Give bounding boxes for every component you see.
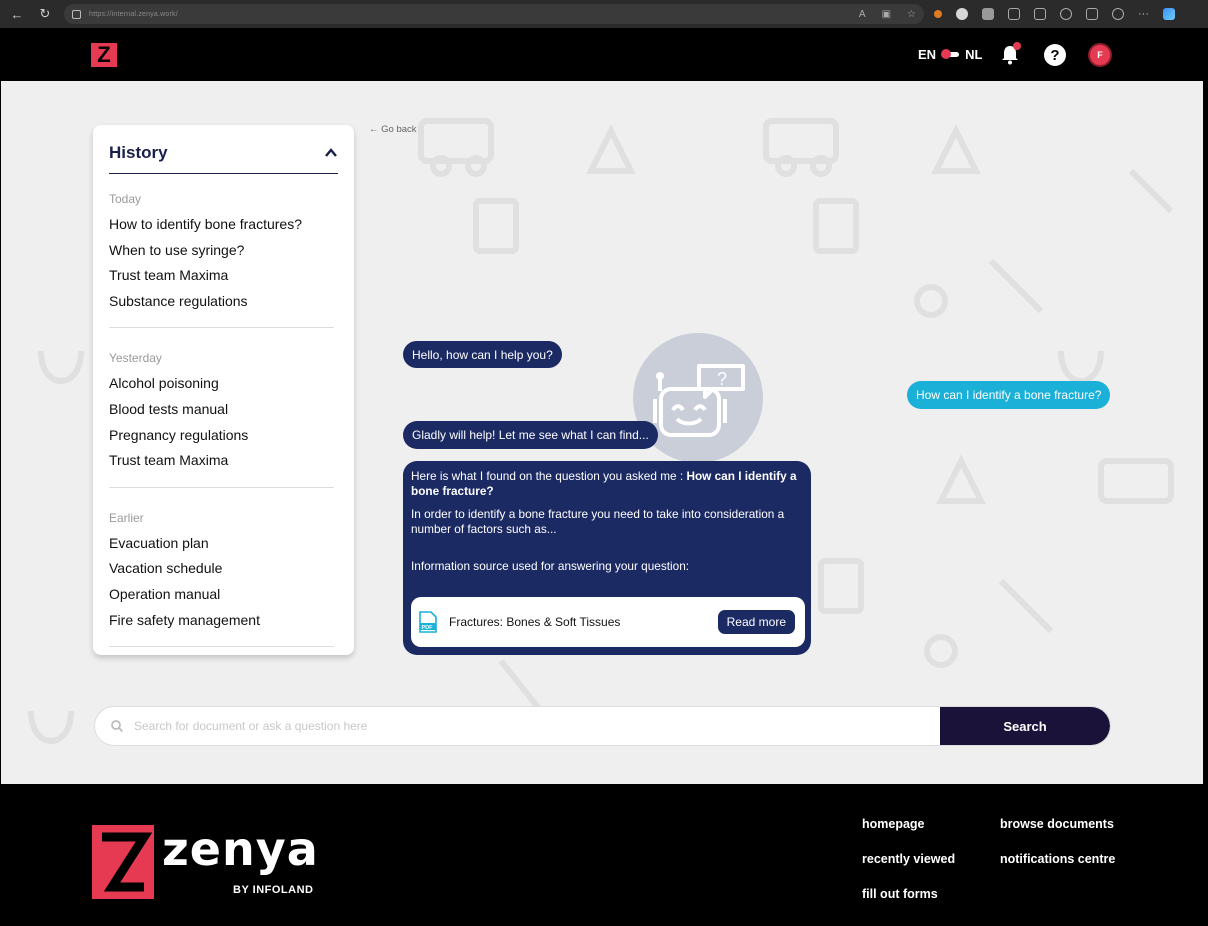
language-toggle[interactable] bbox=[941, 49, 960, 59]
extension-icons: ··· bbox=[934, 8, 1175, 20]
user-avatar[interactable]: F bbox=[1088, 43, 1112, 67]
help-icon[interactable]: ? bbox=[1044, 44, 1066, 66]
history-group-earlier: Earlier Evacuation plan Vacation schedul… bbox=[109, 510, 334, 648]
group-label: Earlier bbox=[109, 510, 144, 525]
favorites-icon[interactable] bbox=[1060, 8, 1072, 20]
history-item[interactable]: Operation manual bbox=[109, 582, 334, 608]
address-bar[interactable]: https://internal.zenya.work/ A ▣ ☆ bbox=[64, 4, 924, 24]
history-group-yesterday: Yesterday Alcohol poisoning Blood tests … bbox=[109, 351, 334, 488]
chevron-up-icon[interactable] bbox=[324, 146, 338, 160]
extension-icon[interactable] bbox=[982, 8, 994, 20]
svg-text:PDF: PDF bbox=[422, 625, 434, 631]
read-more-button[interactable]: Read more bbox=[717, 610, 795, 634]
zenya-logo[interactable]: Z bbox=[91, 42, 117, 67]
profile-extension-icon[interactable] bbox=[956, 8, 968, 20]
favorite-star-icon[interactable]: ☆ bbox=[907, 9, 916, 20]
history-item[interactable]: Fire safety management bbox=[109, 608, 334, 634]
footer-link-fill-out-forms[interactable]: fill out forms bbox=[862, 887, 938, 901]
history-item[interactable]: Vacation schedule bbox=[109, 556, 334, 582]
pdf-icon: PDF bbox=[419, 611, 437, 633]
history-item[interactable]: Evacuation plan bbox=[109, 531, 334, 557]
puzzle-icon[interactable] bbox=[1008, 8, 1020, 20]
search-bar: Search bbox=[94, 706, 1111, 746]
zenya-footer-logo bbox=[92, 825, 154, 899]
footer-link-notifications-centre[interactable]: notifications centre bbox=[1000, 852, 1115, 866]
language-switch[interactable]: EN NL bbox=[918, 47, 982, 62]
lang-nl[interactable]: NL bbox=[965, 47, 982, 62]
source-label: Information source used for answering yo… bbox=[411, 559, 690, 573]
split-screen-icon[interactable] bbox=[1034, 8, 1046, 20]
history-title: History bbox=[109, 143, 168, 162]
group-label: Today bbox=[109, 192, 142, 206]
answer-intro: Here is what I found on the question you… bbox=[411, 469, 803, 499]
read-aloud-icon[interactable]: A bbox=[859, 9, 866, 20]
group-label: Yesterday bbox=[109, 351, 162, 366]
reader-view-icon[interactable]: ▣ bbox=[882, 9, 891, 20]
back-icon[interactable]: ← bbox=[8, 7, 26, 22]
history-item[interactable]: Trust team Maxima bbox=[109, 263, 334, 289]
reload-icon[interactable]: ↻ bbox=[36, 6, 54, 22]
brand-name: zenya bbox=[162, 822, 319, 876]
history-item[interactable]: Trust team Maxima bbox=[109, 448, 334, 474]
copilot-icon[interactable] bbox=[1163, 8, 1175, 20]
history-item[interactable]: Substance regulations bbox=[109, 289, 334, 315]
footer: zenya BY INFOLAND homepage browse docume… bbox=[0, 784, 1208, 926]
user-message: How can I identify a bone fracture? bbox=[907, 381, 1111, 409]
history-item[interactable]: How to identify bone fractures? bbox=[109, 212, 334, 238]
more-icon[interactable]: ··· bbox=[1138, 8, 1149, 20]
bot-answer-card: Here is what I found on the question you… bbox=[403, 461, 811, 655]
url-text: https://internal.zenya.work/ bbox=[89, 10, 178, 18]
bot-message-ack: Gladly will help! Let me see what I can … bbox=[403, 421, 658, 449]
footer-link-homepage[interactable]: homepage bbox=[862, 817, 925, 831]
footer-link-recently-viewed[interactable]: recently viewed bbox=[862, 852, 955, 866]
search-button[interactable]: Search bbox=[940, 707, 1110, 745]
bot-message-greeting: Hello, how can I help you? bbox=[403, 341, 562, 368]
source-title: Fractures: Bones & Soft Tissues bbox=[449, 614, 621, 629]
answer-body: In order to identify a bone fracture you… bbox=[411, 507, 785, 536]
app-window: Z EN NL ? F History Today How to identif… bbox=[1, 28, 1203, 784]
brand-byline: BY INFOLAND bbox=[233, 884, 314, 896]
footer-link-browse-documents[interactable]: browse documents bbox=[1000, 817, 1114, 831]
history-panel: History Today How to identify bone fract… bbox=[93, 125, 354, 655]
lang-en[interactable]: EN bbox=[918, 47, 936, 62]
source-card[interactable]: PDF Fractures: Bones & Soft Tissues Read… bbox=[411, 597, 805, 647]
history-item[interactable]: Pregnancy regulations bbox=[109, 423, 334, 449]
answer-intro-text: Here is what I found on the question you… bbox=[411, 469, 687, 483]
go-back-link[interactable]: ← Go back bbox=[369, 124, 417, 135]
collections-icon[interactable] bbox=[1086, 8, 1098, 20]
history-item[interactable]: When to use syringe? bbox=[109, 238, 334, 264]
performance-icon[interactable] bbox=[1112, 8, 1124, 20]
top-navigation: Z EN NL ? F bbox=[1, 28, 1203, 81]
history-item[interactable]: Blood tests manual bbox=[109, 397, 334, 423]
browser-toolbar: ← ↻ https://internal.zenya.work/ A ▣ ☆ ·… bbox=[0, 0, 1208, 28]
notification-dot bbox=[1013, 42, 1021, 50]
history-header[interactable]: History bbox=[109, 143, 338, 174]
svg-text:?: ? bbox=[717, 369, 727, 389]
history-item[interactable]: Alcohol poisoning bbox=[109, 371, 334, 397]
history-group-today: Today How to identify bone fractures? Wh… bbox=[109, 192, 334, 329]
lock-icon bbox=[72, 9, 81, 19]
search-icon bbox=[111, 720, 124, 733]
extension-icon[interactable] bbox=[934, 10, 942, 18]
search-input[interactable] bbox=[134, 719, 940, 733]
